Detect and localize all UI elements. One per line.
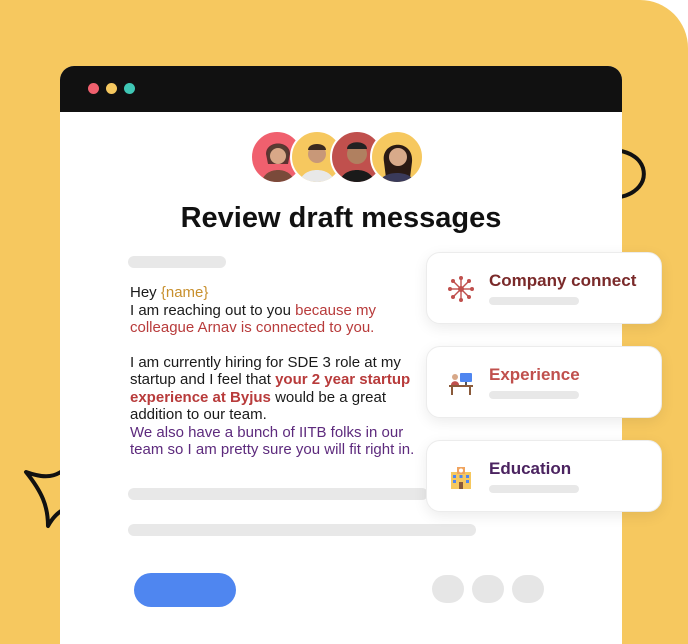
- skeleton-bar: [128, 524, 476, 536]
- education-card[interactable]: Education: [426, 440, 662, 512]
- experience-card[interactable]: Experience: [426, 346, 662, 418]
- card-skeleton-bar: [489, 391, 579, 399]
- greeting-text: Hey: [130, 284, 161, 301]
- school-building-icon: [451, 467, 471, 489]
- card-skeleton-bar: [489, 485, 579, 493]
- card-label: Education: [489, 459, 572, 478]
- hiring-paragraph: I am currently hiring for SDE 3 role at …: [130, 354, 420, 424]
- network-icon: [448, 276, 474, 302]
- action-button[interactable]: [472, 575, 504, 603]
- minimize-dot-icon[interactable]: [106, 83, 117, 94]
- avatar[interactable]: [370, 130, 424, 184]
- intro-text: I am reaching out to you: [130, 301, 296, 319]
- name-placeholder: {name}: [160, 284, 209, 301]
- card-label: Experience: [489, 365, 580, 384]
- skeleton-bar: [128, 488, 428, 500]
- send-button[interactable]: [134, 573, 236, 607]
- maximize-dot-icon[interactable]: [124, 83, 135, 94]
- connection-line: I am reaching out to you because my coll…: [130, 302, 420, 337]
- window-titlebar: [60, 66, 622, 112]
- education-paragraph: We also have a bunch of IITB folks in ou…: [130, 423, 415, 459]
- greeting-line: Hey {name}: [130, 284, 420, 302]
- avatar-group: [250, 130, 430, 184]
- close-dot-icon[interactable]: [88, 83, 99, 94]
- action-button[interactable]: [432, 575, 464, 603]
- company-connect-card[interactable]: Company connect: [426, 252, 662, 324]
- draft-message[interactable]: Hey {name} I am reaching out to you beca…: [130, 284, 420, 459]
- page-title: Review draft messages: [180, 202, 502, 234]
- skeleton-bar: [128, 256, 226, 268]
- action-button[interactable]: [512, 575, 544, 603]
- card-skeleton-bar: [489, 297, 579, 305]
- person-at-desk-icon: [449, 373, 473, 395]
- card-label: Company connect: [489, 271, 637, 290]
